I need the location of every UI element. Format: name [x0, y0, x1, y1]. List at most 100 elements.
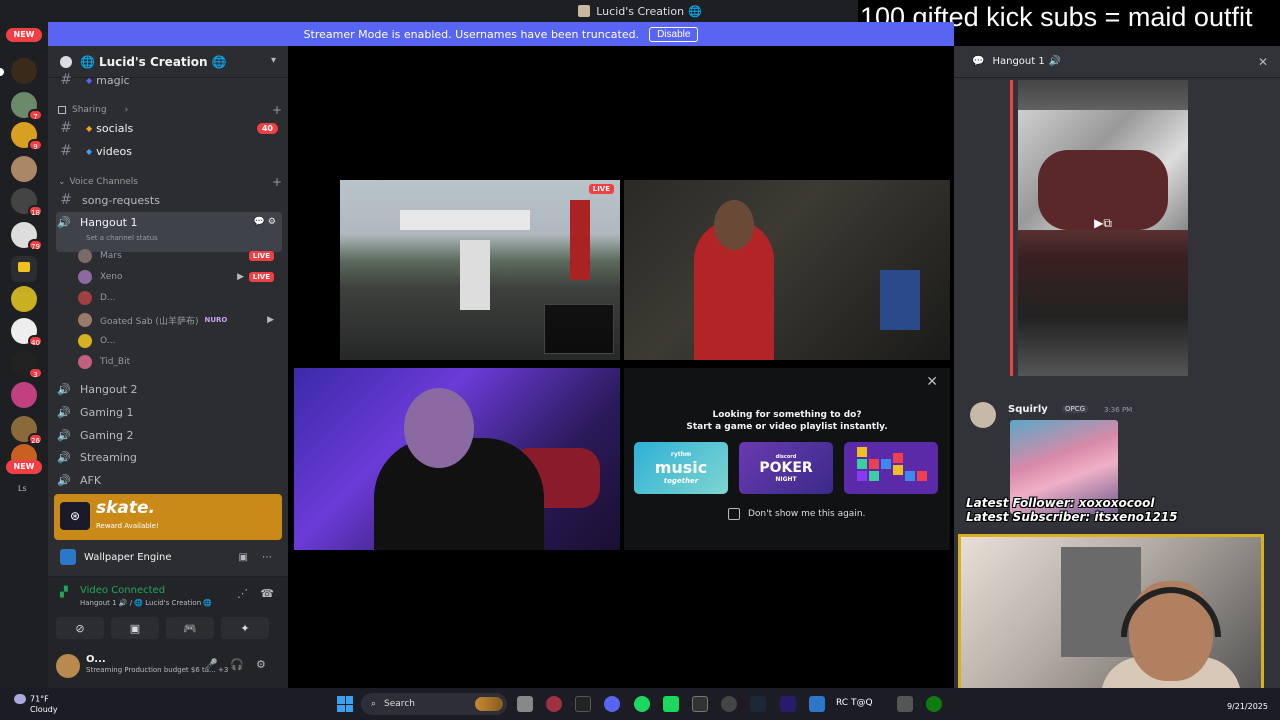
- voice-user[interactable]: Goated Sab (山羊萨布) NURO ▶: [78, 310, 278, 330]
- taskbar-date[interactable]: 9/21/2025: [1227, 702, 1268, 711]
- server-icon[interactable]: 3: [11, 350, 43, 379]
- server-icon[interactable]: 40: [11, 318, 43, 347]
- spotify-icon[interactable]: [634, 696, 650, 712]
- category-sharing[interactable]: Sharing › +: [58, 102, 284, 118]
- channel-videos[interactable]: # ◆ videos: [56, 141, 282, 161]
- server-icon[interactable]: 26: [11, 416, 43, 445]
- app-icon[interactable]: [897, 696, 913, 712]
- channel-socials[interactable]: # ◆ socials 40: [56, 118, 282, 138]
- taskbar-search[interactable]: ⌕ Search: [361, 693, 507, 715]
- stream-tile-purple-cam[interactable]: [294, 368, 620, 550]
- channel-status[interactable]: Set a channel status: [86, 234, 158, 242]
- close-icon[interactable]: ✕: [926, 374, 938, 390]
- voice-user[interactable]: Mars LIVE: [78, 246, 278, 266]
- disable-streamer-mode-button[interactable]: Disable: [649, 26, 699, 42]
- server-icon[interactable]: [11, 58, 37, 84]
- promo-banner[interactable]: ⊛ skate. Reward Available!: [54, 494, 282, 540]
- server-icon[interactable]: 9: [11, 122, 43, 151]
- premiere-icon[interactable]: [780, 696, 796, 712]
- streamer-mode-banner: Streamer Mode is enabled. Usernames have…: [48, 22, 954, 46]
- server-icon[interactable]: [11, 382, 37, 408]
- windows-start-icon[interactable]: [337, 696, 353, 712]
- server-icon[interactable]: 79: [11, 222, 43, 251]
- task-view-icon[interactable]: [517, 696, 533, 712]
- stream-tile-webcam[interactable]: [624, 180, 950, 360]
- activity-status[interactable]: Wallpaper Engine ▣ ⋯: [48, 544, 288, 570]
- microphone-icon[interactable]: 🎤: [204, 658, 218, 671]
- camera-off-button[interactable]: ⊘: [56, 617, 104, 639]
- channel-song-requests[interactable]: # song-requests: [56, 190, 282, 210]
- voice-channel[interactable]: 🔊 AFK: [56, 470, 282, 490]
- app-icon[interactable]: [546, 696, 562, 712]
- category-name: Sharing: [72, 105, 107, 115]
- speaker-icon: 🔊: [57, 216, 71, 229]
- headphones-icon[interactable]: 🎧: [230, 658, 244, 671]
- activity-label: Wallpaper Engine: [84, 551, 172, 563]
- app-icon[interactable]: [721, 696, 737, 712]
- steam-icon[interactable]: [750, 696, 766, 712]
- discord-icon[interactable]: [604, 696, 620, 712]
- server-icon[interactable]: 18: [11, 188, 43, 217]
- avatar[interactable]: [970, 402, 996, 428]
- avatar: [78, 313, 92, 327]
- add-channel-icon[interactable]: +: [272, 103, 282, 117]
- app-icon[interactable]: [692, 696, 708, 712]
- weather-condition: Cloudy: [30, 704, 58, 714]
- stream-tile-game[interactable]: LIVE: [340, 180, 620, 360]
- voice-channel[interactable]: 🔊 Streaming: [56, 447, 282, 467]
- activity-card-music[interactable]: rythm music together: [634, 442, 728, 494]
- webcam-scene: [404, 388, 474, 468]
- screen-share-button[interactable]: ▣: [111, 617, 159, 639]
- dont-show-again-checkbox[interactable]: Don't show me this again.: [728, 508, 865, 520]
- server-badge: 7: [28, 109, 43, 121]
- server-icon[interactable]: 7: [11, 92, 43, 121]
- tray-app-label[interactable]: RC T@Q: [836, 698, 873, 708]
- user-tag: NURO: [204, 316, 228, 324]
- disconnect-icon[interactable]: ☎: [260, 587, 274, 600]
- channel-magic[interactable]: # ◆ magic: [56, 70, 282, 90]
- gear-icon[interactable]: ⚙: [256, 658, 266, 671]
- message-author[interactable]: Squirly: [1008, 404, 1048, 415]
- play-icon[interactable]: ▶⧉: [1088, 216, 1118, 236]
- channel-name: Hangout 2: [80, 382, 138, 396]
- close-icon[interactable]: ✕: [1258, 55, 1268, 69]
- voice-user[interactable]: Xeno ▶ LIVE: [78, 267, 278, 287]
- voice-user-name: O...: [100, 336, 116, 346]
- more-options-icon[interactable]: ⋯: [262, 552, 272, 563]
- channel-name: Streaming: [80, 450, 137, 464]
- checkbox-icon[interactable]: [728, 508, 740, 520]
- voice-channel[interactable]: 🔊 Gaming 1: [56, 402, 282, 422]
- activity-suggestion-panel: ✕ Looking for something to do? Start a g…: [624, 368, 950, 550]
- activity-button[interactable]: 🎮: [166, 617, 214, 639]
- activity-card-poker[interactable]: discord POKER NIGHT: [739, 442, 833, 494]
- checkbox-icon: [58, 106, 66, 114]
- voice-channel[interactable]: 🔊 Gaming 2: [56, 425, 282, 445]
- voice-user[interactable]: O...: [78, 331, 278, 351]
- share-screen-icon[interactable]: ▣: [239, 552, 248, 563]
- voice-location[interactable]: Hangout 1 🔊 / 🌐 Lucid's Creation 🌐: [80, 599, 212, 607]
- server-icon[interactable]: [11, 286, 37, 312]
- channel-settings-icon[interactable]: 💬 ⚙: [254, 217, 276, 227]
- noise-suppression-icon[interactable]: ⋰: [237, 587, 248, 600]
- soundboard-button[interactable]: ✦: [221, 617, 269, 639]
- category-voice-channels[interactable]: ⌄ Voice Channels +: [58, 174, 284, 190]
- voice-user[interactable]: Tid_Bit: [78, 352, 278, 372]
- app-icon[interactable]: [575, 696, 591, 712]
- voice-user[interactable]: D...: [78, 288, 278, 308]
- xbox-icon[interactable]: [926, 696, 942, 712]
- avatar[interactable]: [56, 654, 80, 678]
- folder-icon[interactable]: [11, 256, 37, 282]
- weather-widget[interactable]: 71°F Cloudy: [14, 694, 58, 715]
- activity-card-blocks[interactable]: [844, 442, 938, 494]
- chat-header: 💬 Hangout 1 🔊 ✕: [954, 46, 1280, 78]
- server-icon[interactable]: [11, 156, 37, 182]
- add-channel-icon[interactable]: +: [272, 175, 282, 189]
- voice-channel[interactable]: 🔊 Hangout 2: [56, 379, 282, 399]
- card-main: POKER: [759, 459, 813, 476]
- chat-image-attachment[interactable]: ▶⧉: [1018, 80, 1188, 376]
- app-icon[interactable]: [663, 696, 679, 712]
- camera-icon: ▶: [267, 315, 274, 325]
- chevron-down-icon[interactable]: ▾: [271, 55, 276, 66]
- app-icon[interactable]: [809, 696, 825, 712]
- user-name: O...: [86, 654, 106, 665]
